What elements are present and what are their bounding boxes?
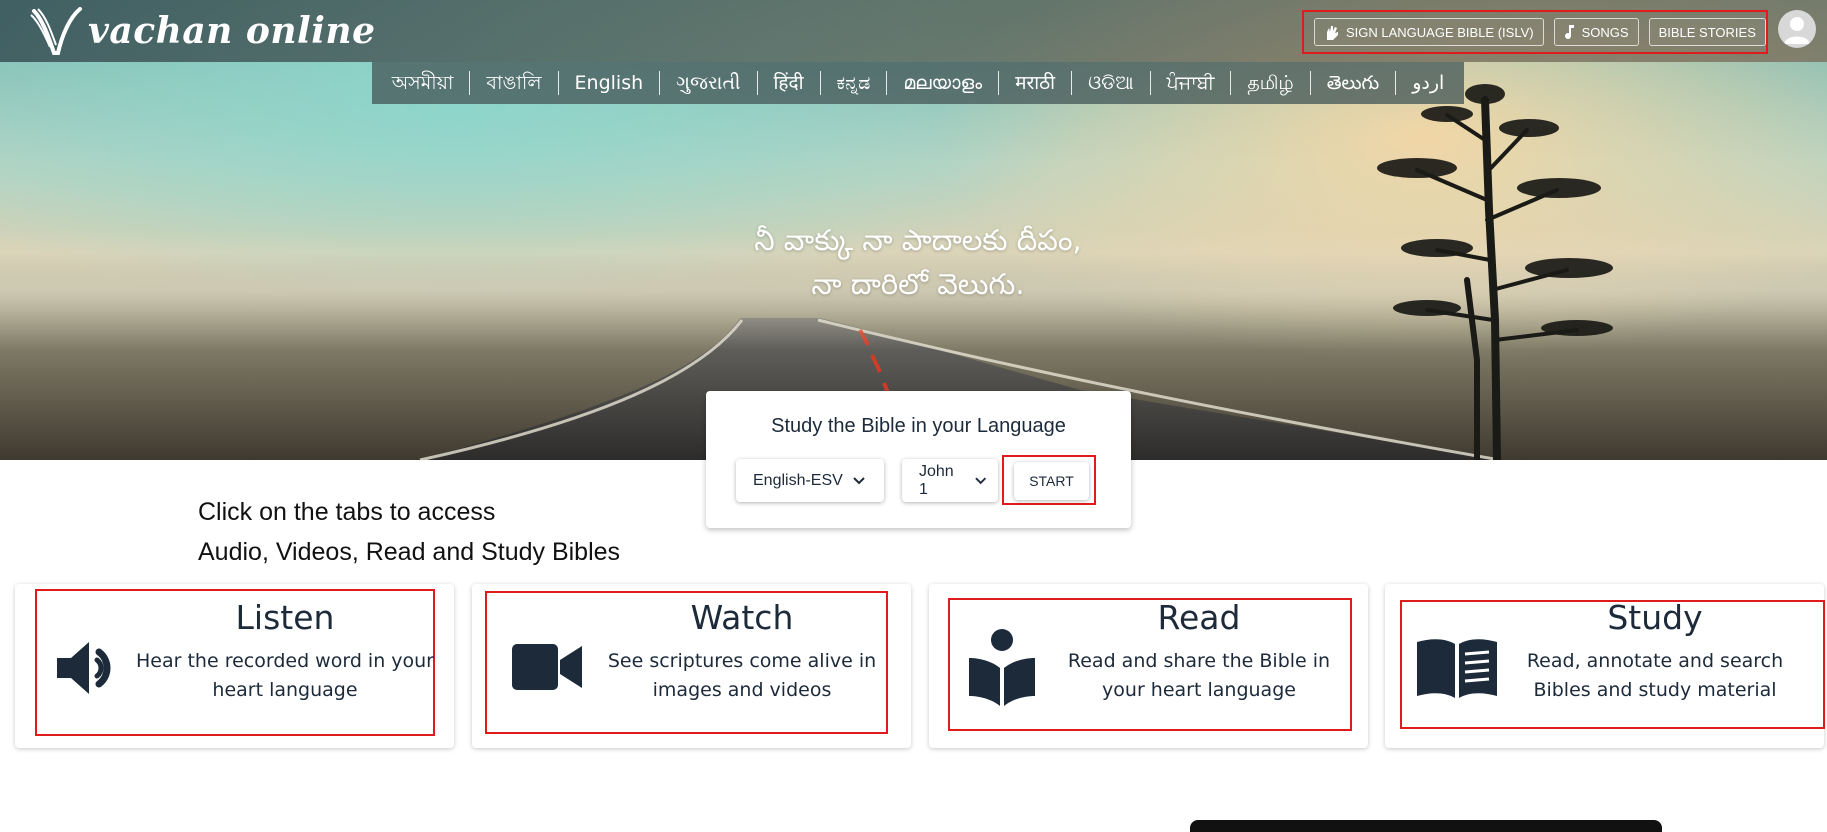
study-title: Study the Bible in your Language xyxy=(771,415,1066,437)
listen-description: Hear the recorded word in your heart lan… xyxy=(135,647,435,705)
speaker-icon xyxy=(57,642,111,694)
bible-stories-button[interactable]: BIBLE STORIES xyxy=(1648,18,1766,46)
language-bar: অসমীয়া বাঙালি English ગુજરાતી हिंदी ಕನ್… xyxy=(372,62,1464,104)
chapter-select[interactable]: John 1 xyxy=(902,459,998,502)
hero-verse: నీ వాక్కు నా పాదాలకు దీపం, నా దారిలో వెల… xyxy=(500,218,1336,306)
bible-version-select[interactable]: English-ESV xyxy=(736,459,884,502)
logo-icon xyxy=(30,7,82,55)
read-desc-line-2: your heart language xyxy=(1102,679,1296,701)
listen-desc-line-1: Hear the recorded word in your xyxy=(136,650,434,672)
bible-version-value: English-ESV xyxy=(753,471,843,489)
watch-desc-line-2: images and videos xyxy=(652,679,832,701)
logo-text: vachan online xyxy=(88,10,376,52)
site-logo[interactable]: vachan online xyxy=(28,4,376,58)
lang-malayalam[interactable]: മലയാളം xyxy=(887,71,998,95)
lang-english[interactable]: English xyxy=(559,71,660,95)
chevron-down-icon xyxy=(853,476,865,484)
lang-marathi[interactable]: मराठी xyxy=(999,71,1071,95)
lang-bengali[interactable]: বাঙালি xyxy=(470,71,557,95)
lang-urdu[interactable]: اردو xyxy=(1396,71,1460,95)
video-camera-icon xyxy=(512,644,582,690)
songs-label: SONGS xyxy=(1581,24,1629,40)
study-card[interactable]: Study Read, annotate and search Bibles a… xyxy=(1385,584,1825,748)
helper-text: Click on the tabs to access Audio, Video… xyxy=(198,492,718,572)
chevron-down-icon xyxy=(974,476,986,484)
watch-title: Watch xyxy=(690,598,794,637)
top-bar: vachan online SIGN LANGUAGE BIBLE (ISLV)… xyxy=(0,0,1827,62)
bottom-media-edge xyxy=(1190,820,1662,832)
chapter-value: John 1 xyxy=(919,462,954,498)
study-desc-line-1: Read, annotate and search xyxy=(1526,650,1784,672)
helper-line-1: Click on the tabs to access xyxy=(198,498,496,526)
lang-assamese[interactable]: অসমীয়া xyxy=(376,71,470,95)
sign-language-label: SIGN LANGUAGE BIBLE (ISLV) xyxy=(1346,24,1534,40)
study-panel: Study the Bible in your Language English… xyxy=(706,391,1131,528)
user-avatar-button[interactable] xyxy=(1778,10,1816,48)
lang-hindi[interactable]: हिंदी xyxy=(758,71,820,95)
bible-stories-label: BIBLE STORIES xyxy=(1658,24,1756,40)
read-card[interactable]: Read Read and share the Bible in your he… xyxy=(929,584,1368,748)
read-desc-line-1: Read and share the Bible in xyxy=(1067,650,1331,672)
watch-desc-line-1: See scriptures come alive in xyxy=(607,650,877,672)
watch-card[interactable]: Watch See scriptures come alive in image… xyxy=(472,584,911,748)
verse-line-1: నీ వాక్కు నా పాదాలకు దీపం, xyxy=(754,223,1082,257)
start-highlight: START xyxy=(1002,455,1096,505)
hand-sign-icon xyxy=(1327,26,1338,40)
tree-silhouette xyxy=(1377,84,1613,460)
lang-odia[interactable]: ଓଡିଆ xyxy=(1072,71,1150,95)
lang-kannada[interactable]: ಕನ್ನಡ xyxy=(821,71,887,95)
helper-line-2: Audio, Videos, Read and Study Bibles xyxy=(198,538,621,566)
listen-desc-line-2: heart language xyxy=(212,679,358,701)
listen-title: Listen xyxy=(235,598,335,637)
verse-line-2: నా దారిలో వెలుగు. xyxy=(811,267,1025,301)
sign-language-button[interactable]: SIGN LANGUAGE BIBLE (ISLV) xyxy=(1314,18,1544,46)
lang-tamil[interactable]: தமிழ் xyxy=(1231,71,1309,95)
listen-card[interactable]: Listen Hear the recorded word in your he… xyxy=(15,584,454,748)
lang-gujarati[interactable]: ગુજરાતી xyxy=(660,71,756,95)
start-button[interactable]: START xyxy=(1014,462,1089,500)
top-nav-group: SIGN LANGUAGE BIBLE (ISLV) SONGS BIBLE S… xyxy=(1302,10,1768,54)
music-note-icon xyxy=(1564,25,1574,40)
user-icon xyxy=(1784,17,1810,44)
open-book-icon xyxy=(1417,639,1497,698)
songs-button[interactable]: SONGS xyxy=(1553,18,1639,46)
study-desc-line-2: Bibles and study material xyxy=(1533,679,1777,701)
study-card-description: Read, annotate and search Bibles and stu… xyxy=(1505,647,1805,705)
lang-punjabi[interactable]: ਪੰਜਾਬੀ xyxy=(1151,71,1231,95)
study-card-title: Study xyxy=(1607,598,1703,637)
lang-telugu[interactable]: తెలుగు xyxy=(1311,71,1395,95)
reader-icon xyxy=(969,629,1035,706)
read-title: Read xyxy=(1157,598,1241,637)
watch-description: See scriptures come alive in images and … xyxy=(592,647,892,705)
read-description: Read and share the Bible in your heart l… xyxy=(1049,647,1349,705)
